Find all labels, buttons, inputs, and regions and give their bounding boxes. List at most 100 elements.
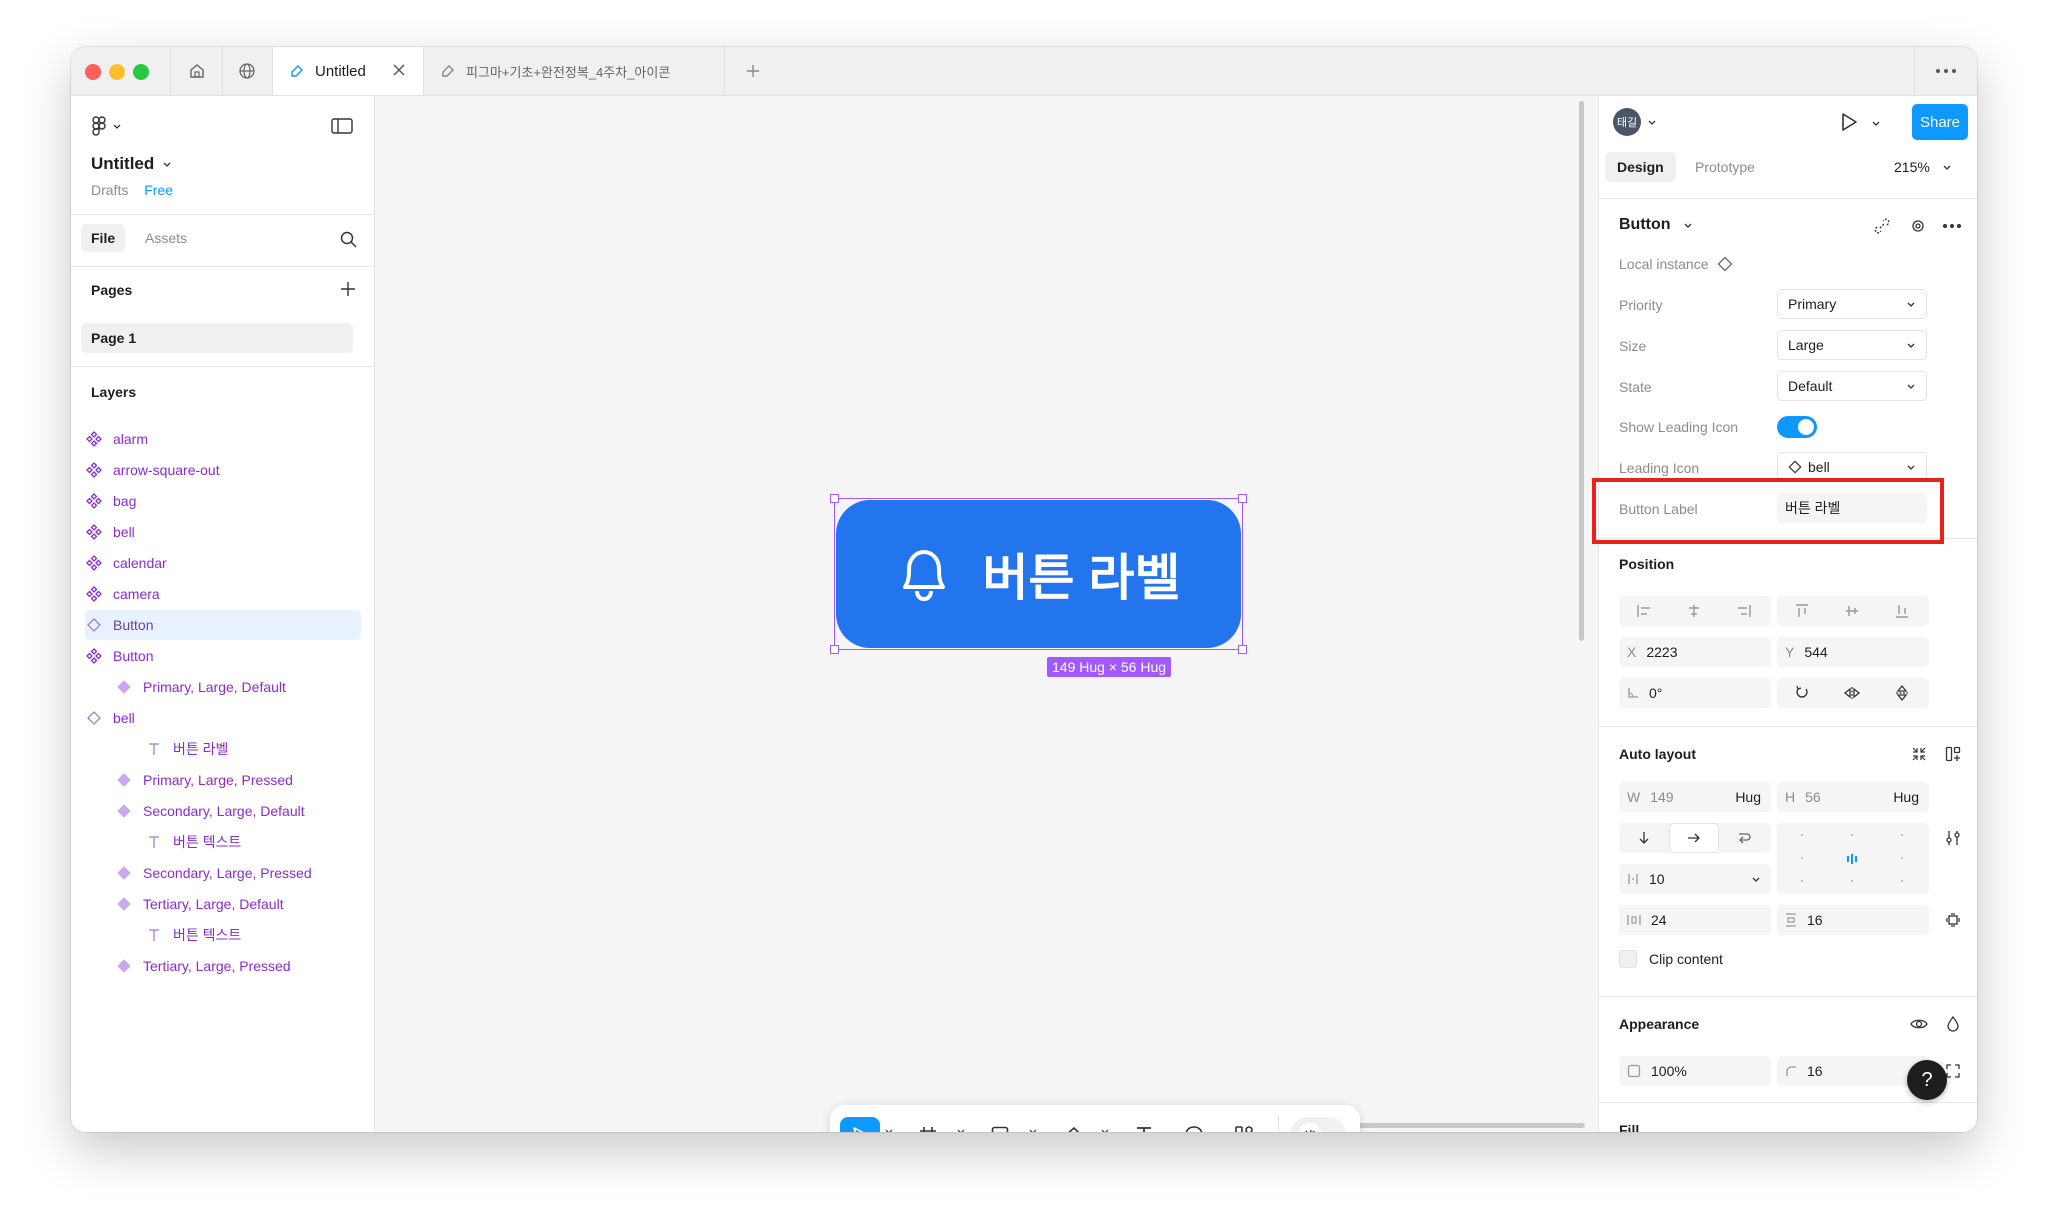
move-tool[interactable] [840,1117,880,1132]
tab-icons-file[interactable]: 피그마+기초+완전정복_4주차_아이콘 [424,47,725,95]
layer-item-primary-large-pressed[interactable]: Primary, Large, Pressed [85,765,361,795]
layer-item-camera[interactable]: camera [85,579,361,609]
size-dropdown[interactable]: Large [1777,330,1927,360]
alignment-dot[interactable] [1851,880,1853,882]
tab-design[interactable]: Design [1605,152,1676,182]
alignment-dot[interactable] [1801,857,1803,859]
priority-dropdown[interactable]: Primary [1777,289,1927,319]
shape-tool[interactable] [982,1117,1018,1132]
alignment-dot[interactable] [1901,834,1903,836]
present-button[interactable] [1837,110,1861,134]
alignment-dot[interactable] [1901,880,1903,882]
community-button[interactable] [221,47,273,95]
layer-item-bell[interactable]: bell [85,703,361,733]
tab-file[interactable]: File [81,224,126,252]
component-name-dropdown[interactable]: Button [1619,216,1693,234]
align-top-button[interactable] [1777,596,1827,626]
layer-item-secondary-large-default[interactable]: Secondary, Large, Default [85,796,361,826]
canvas[interactable]: 버튼 라벨 149 Hug × 56 Hug [375,96,1587,1132]
help-button[interactable]: ? [1907,1060,1947,1100]
direction-wrap-button[interactable] [1719,823,1769,853]
individual-padding-button[interactable] [1941,908,1965,932]
width-mode[interactable]: Hug [1735,789,1761,805]
layer-item-버튼-텍스트[interactable]: 버튼 텍스트 [85,920,361,950]
tab-assets[interactable]: Assets [145,230,187,246]
rotation-input[interactable]: 0° [1619,678,1771,708]
detach-instance-button[interactable] [1870,214,1894,238]
direction-vertical-button[interactable] [1619,823,1669,853]
layer-item-calendar[interactable]: calendar [85,548,361,578]
remove-auto-layout-button[interactable] [1907,742,1931,766]
layer-item-버튼-라벨[interactable]: 버튼 라벨 [85,734,361,764]
home-button[interactable] [170,47,223,95]
layer-item-alarm[interactable]: alarm [85,424,361,454]
vertical-padding-input[interactable]: 16 [1777,905,1929,935]
auto-layout-grid-button[interactable] [1941,742,1965,766]
align-center-h-button[interactable] [1669,596,1719,626]
location-drafts[interactable]: Drafts [91,182,128,198]
alignment-selected-center[interactable] [1846,852,1858,864]
state-dropdown[interactable]: Default [1777,371,1927,401]
chevron-down-icon[interactable] [957,1127,965,1132]
layer-item-arrow-square-out[interactable]: arrow-square-out [85,455,361,485]
y-position-input[interactable]: Y 544 [1777,637,1929,667]
zoom-window-button[interactable] [133,64,149,80]
chevron-down-icon[interactable] [1029,1127,1037,1132]
avatar-menu[interactable]: 태길 [1613,108,1661,136]
gap-input[interactable]: 10 [1619,864,1771,894]
pen-tool[interactable] [1054,1117,1090,1132]
tab-prototype[interactable]: Prototype [1695,159,1755,175]
page-item-1[interactable]: Page 1 [81,323,353,353]
alignment-dot[interactable] [1801,834,1803,836]
width-input[interactable]: W 149 Hug [1619,782,1771,812]
share-button[interactable]: Share [1912,104,1968,140]
minimize-window-button[interactable] [109,64,125,80]
align-middle-button[interactable] [1827,596,1877,626]
search-layers-button[interactable] [335,226,361,252]
flip-horizontal-button[interactable] [1827,678,1877,708]
alignment-dot[interactable] [1851,834,1853,836]
layer-item-secondary-large-pressed[interactable]: Secondary, Large, Pressed [85,858,361,888]
resize-handle-bl[interactable] [830,645,839,654]
close-window-button[interactable] [85,64,101,80]
resize-handle-br[interactable] [1238,645,1247,654]
show-leading-icon-toggle[interactable] [1777,416,1817,438]
opacity-input[interactable]: 100% [1619,1056,1771,1086]
main-menu-button[interactable] [87,112,127,140]
vertical-scrollbar[interactable] [1579,101,1584,641]
text-tool[interactable] [1126,1117,1162,1132]
chevron-down-icon[interactable] [885,1127,893,1132]
layer-item-tertiary-large-default[interactable]: Tertiary, Large, Default [85,889,361,919]
layer-item-bag[interactable]: bag [85,486,361,516]
advanced-layout-settings-button[interactable] [1941,826,1965,850]
x-position-input[interactable]: X 2223 [1619,637,1771,667]
new-tab-button[interactable] [739,57,767,85]
layer-item-bell[interactable]: bell [85,517,361,547]
layer-item-button[interactable]: Button [85,610,361,640]
align-right-button[interactable] [1719,596,1769,626]
more-component-options-button[interactable] [1939,214,1965,238]
alignment-dot[interactable] [1801,880,1803,882]
direction-horizontal-button[interactable] [1669,823,1719,853]
resize-handle-tr[interactable] [1238,494,1247,503]
horizontal-padding-input[interactable]: 24 [1619,905,1771,935]
toggle-sidebar-button[interactable] [330,114,354,138]
resize-handle-tl[interactable] [830,494,839,503]
close-tab-icon[interactable] [391,62,407,82]
blend-mode-button[interactable] [1941,1012,1965,1036]
chevron-down-icon[interactable] [1871,118,1881,128]
dev-mode-toggle[interactable] [1290,1117,1346,1132]
toggle-visibility-button[interactable] [1907,1012,1931,1036]
tab-untitled[interactable]: Untitled [273,47,424,95]
align-bottom-button[interactable] [1877,596,1927,626]
alignment-dot[interactable] [1901,857,1903,859]
add-page-button[interactable] [337,278,359,300]
rotate-button[interactable] [1777,678,1827,708]
more-options-button[interactable] [1914,47,1977,95]
layer-item-button[interactable]: Button [85,641,361,671]
file-title[interactable]: Untitled [91,154,172,174]
frame-tool[interactable] [910,1117,946,1132]
chevron-down-icon[interactable] [1751,874,1761,884]
layer-item-primary-large-default[interactable]: Primary, Large, Default [85,672,361,702]
clip-content-checkbox[interactable]: Clip content [1619,950,1723,968]
